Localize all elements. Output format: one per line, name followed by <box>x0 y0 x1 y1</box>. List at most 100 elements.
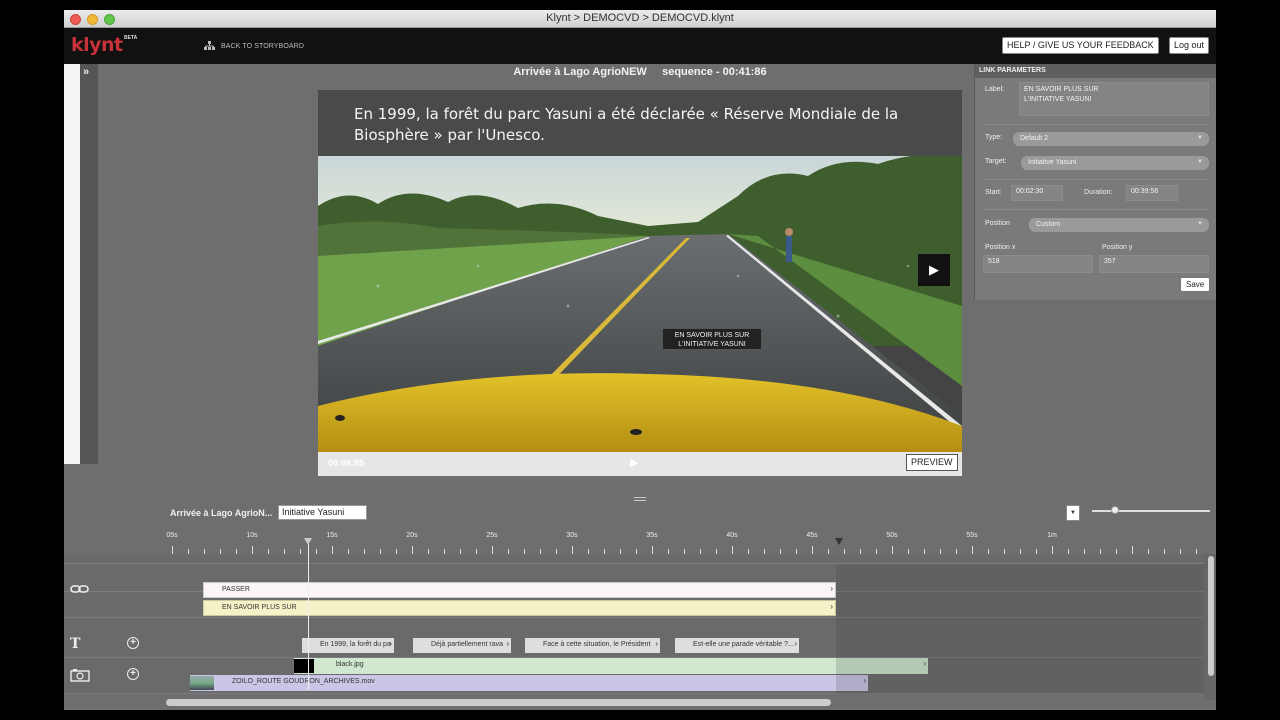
help-feedback-button[interactable]: HELP / GIVE US YOUR FEEDBACK <box>1002 37 1159 54</box>
sequence-title: Arrivée à Lago AgrioNEW sequence - 00:41… <box>318 66 962 78</box>
storyboard-icon <box>204 41 215 50</box>
type-select[interactable]: Default 2 ▼ <box>1013 132 1209 146</box>
video-clip[interactable]: ZOILO_ROUTE GOUDRON_ARCHIVES.mov › <box>190 675 868 691</box>
video-player[interactable]: En 1999, la forêt du parc Yasuni a été d… <box>318 90 962 476</box>
ruler-label: 20s <box>406 532 418 539</box>
play-icon[interactable]: ▶ <box>918 254 950 286</box>
text-clip[interactable]: En 1999, la forêt du pa › <box>302 638 394 653</box>
text-icon: T <box>70 636 81 652</box>
left-panel <box>64 64 80 464</box>
beta-badge: BETA <box>124 35 138 41</box>
ruler-label: 25s <box>486 532 498 539</box>
ruler-tick <box>172 546 173 554</box>
sequence-duration: sequence - 00:41:86 <box>662 66 767 78</box>
logout-button[interactable]: Log out <box>1169 37 1210 54</box>
panel-splitter[interactable] <box>634 497 646 501</box>
zoom-slider[interactable] <box>1092 510 1210 512</box>
back-to-storyboard-label: BACK TO STORYBOARD <box>221 42 304 50</box>
position-y-label: Position y <box>1102 244 1133 251</box>
timeline-dropdown-icon[interactable]: ▼ <box>1066 505 1080 521</box>
sequence-end-marker <box>835 538 843 545</box>
video-clip-label: ZOILO_ROUTE GOUDRON_ARCHIVES.mov <box>232 678 375 685</box>
ruler-label: 45s <box>806 532 818 539</box>
link-overlay-button[interactable]: EN SAVOIR PLUS SUR L'INITIATIVE YASUNI <box>662 328 762 350</box>
separator <box>983 209 1209 210</box>
add-media-icon[interactable]: + <box>127 668 139 680</box>
ruler-tick <box>652 546 653 554</box>
player-timecode: 00:08:85 <box>328 458 365 468</box>
text-clip[interactable]: Face à cette situation, le Président › <box>525 638 660 653</box>
duration-label: Duration: <box>1084 189 1113 196</box>
position-x-label: Position x <box>985 244 1016 251</box>
target-value: Initiative Yasuni <box>1028 159 1077 166</box>
playhead[interactable] <box>308 544 309 690</box>
text-clip-label: Déjà partiellement rava <box>431 641 503 648</box>
label-field[interactable]: EN SAVOIR PLUS SUR L'INITIATIVE YASUNI <box>1019 82 1209 116</box>
ruler-label: 15s <box>326 532 338 539</box>
timeline-breadcrumb[interactable]: Arrivée à Lago AgrioN... <box>170 508 272 518</box>
left-panel-handle <box>80 64 98 464</box>
title-bar: Klynt > DEMOCVD > DEMOCVD.klynt <box>64 10 1216 28</box>
ruler-tick <box>412 546 413 554</box>
play-small-icon[interactable]: ▶ <box>630 456 638 469</box>
separator <box>983 124 1209 125</box>
preview-button[interactable]: PREVIEW <box>906 454 958 471</box>
timeline-current-item[interactable]: Initiative Yasuni <box>278 505 367 520</box>
out-of-range-shade <box>836 564 1204 694</box>
label-line1: EN SAVOIR PLUS SUR <box>1024 86 1099 93</box>
app-header: klynt BETA BACK TO STORYBOARD HELP / GIV… <box>64 28 1216 64</box>
timeline-tracks: PASSER › EN SAVOIR PLUS SUR › T + En 1999,… <box>64 554 1204 694</box>
ruler-tick <box>812 546 813 554</box>
ruler-tick <box>572 546 573 554</box>
ruler-tick <box>732 546 733 554</box>
duration-field[interactable]: 00:39:56 <box>1126 185 1178 201</box>
ruler-label: 30s <box>566 532 578 539</box>
link-overlay-line2: L'INITIATIVE YASUNI <box>678 341 746 348</box>
position-value: Custom <box>1036 221 1061 228</box>
position-select[interactable]: Custom ▼ <box>1029 218 1209 232</box>
ruler-label: 10s <box>246 532 258 539</box>
text-clip-label: Face à cette situation, le Président <box>543 641 651 648</box>
media-icon <box>70 669 90 682</box>
position-label: Position <box>985 220 1010 227</box>
image-clip[interactable]: black.jpg › <box>294 658 928 674</box>
track-spacer <box>64 554 1204 564</box>
start-field[interactable]: 00:02:30 <box>1011 185 1063 201</box>
target-select[interactable]: Initiative Yasuni ▼ <box>1021 156 1209 170</box>
link-overlay-line1: EN SAVOIR PLUS SUR <box>674 332 750 339</box>
horizontal-scrollbar[interactable] <box>166 699 831 706</box>
add-text-icon[interactable]: + <box>127 637 139 649</box>
text-clip[interactable]: Est-elle une parade véritable ?... › <box>675 638 799 653</box>
back-to-storyboard-link[interactable]: BACK TO STORYBOARD <box>204 41 304 51</box>
save-button[interactable]: Save <box>1180 277 1211 292</box>
chevron-down-icon: ▼ <box>1197 135 1203 141</box>
label-field-label: Label: <box>985 86 1005 93</box>
video-caption: En 1999, la forêt du parc Yasuni a été d… <box>354 105 899 144</box>
klynt-logo: klynt <box>71 34 123 56</box>
link-clip-passer[interactable]: PASSER › <box>203 582 836 598</box>
expand-panel-icon[interactable]: » <box>83 66 89 78</box>
text-clip-label: Est-elle une parade véritable ?... <box>693 641 794 648</box>
image-clip-label: black.jpg <box>336 661 364 668</box>
link-clip-yasuni[interactable]: EN SAVOIR PLUS SUR › <box>203 600 836 616</box>
position-y-field[interactable]: 357 <box>1099 255 1209 273</box>
position-x-field[interactable]: 518 <box>983 255 1093 273</box>
link-clip-label: EN SAVOIR PLUS SUR <box>222 604 297 611</box>
timeline-ruler[interactable]: 05s 10s 15s 20s 25s 30s 35s 40s 45s 50s 55s 1m <box>64 528 1216 554</box>
chevron-down-icon: ▼ <box>1197 221 1203 227</box>
link-clip-label: PASSER <box>222 586 250 593</box>
ruler-tick <box>252 546 253 554</box>
sequence-name: Arrivée à Lago AgrioNEW <box>513 66 647 78</box>
text-clip-label: En 1999, la forêt du pa <box>320 641 391 648</box>
ruler-label: 35s <box>646 532 658 539</box>
zoom-slider-knob[interactable] <box>1111 506 1119 514</box>
video-frame <box>318 156 962 452</box>
text-clip[interactable]: Déjà partiellement rava › <box>413 638 511 653</box>
target-label: Target: <box>985 158 1007 165</box>
type-label: Type: <box>985 134 1003 141</box>
type-value: Default 2 <box>1020 135 1049 142</box>
link-parameters-heading: LINK PARAMETERS <box>975 64 1216 78</box>
label-line2: L'INITIATIVE YASUNI <box>1024 96 1092 103</box>
vertical-scrollbar[interactable] <box>1208 556 1214 676</box>
window-title: Klynt > DEMOCVD > DEMOCVD.klynt <box>546 12 734 24</box>
